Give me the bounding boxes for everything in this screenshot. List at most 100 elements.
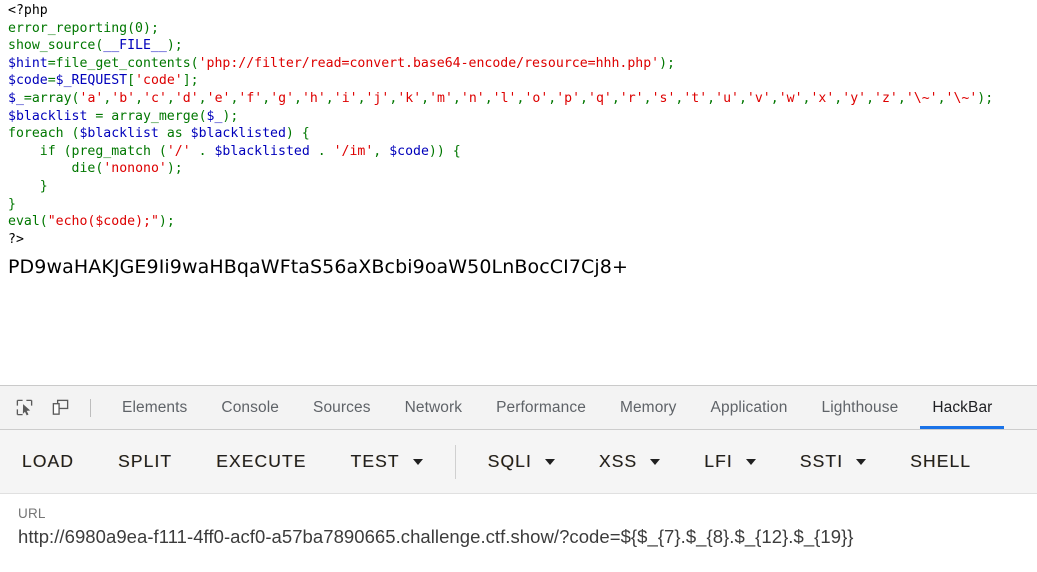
chevron-down-icon: [650, 458, 661, 465]
code-token: $blacklist: [8, 108, 88, 124]
code-token: ) {: [285, 126, 310, 142]
code-token: (: [127, 20, 136, 36]
tab-memory[interactable]: Memory: [603, 386, 694, 429]
code-token: ,: [866, 90, 875, 106]
code-token: 0: [135, 20, 143, 36]
code-token: ];: [182, 73, 199, 89]
code-line: die('nonono');: [8, 160, 993, 178]
inspect-element-glyph: [16, 399, 32, 416]
code-token: }: [8, 196, 16, 212]
code-line: $hint=file_get_contents('php://filter/re…: [8, 55, 993, 73]
code-token: ,: [484, 90, 493, 106]
hackbar-ssti-button[interactable]: SSTI: [778, 442, 888, 482]
code-token: (: [150, 143, 167, 159]
devtools-panel: Elements Console Sources Network Performance…: [0, 385, 1037, 572]
device-toolbar-glyph: [52, 399, 68, 415]
code-token: );: [166, 161, 183, 177]
code-token: $blacklist: [79, 126, 159, 142]
hackbar-sqli-button[interactable]: SQLI: [466, 442, 577, 482]
code-token: $code: [389, 143, 429, 159]
code-token: 'd': [174, 90, 199, 106]
code-token: ,: [580, 90, 588, 106]
tab-network[interactable]: Network: [388, 386, 480, 429]
code-token: 'u': [715, 90, 739, 106]
code-token: error_reporting: [8, 20, 128, 36]
hackbar-split-button[interactable]: SPLIT: [96, 442, 194, 482]
hackbar-button-divider: [454, 444, 456, 479]
code-token: ,: [611, 90, 620, 106]
code-token: =: [23, 90, 32, 106]
tab-elements[interactable]: Elements: [105, 386, 204, 429]
code-token: 'h': [301, 90, 326, 106]
code-line: $code=$_REQUEST['code'];: [8, 72, 993, 90]
button-label: XSS: [598, 451, 638, 471]
code-token: (: [190, 55, 199, 71]
code-token: ,: [937, 90, 946, 106]
hackbar-xss-button[interactable]: XSS: [577, 442, 682, 482]
code-token: $_: [206, 108, 223, 124]
code-token: ,: [294, 90, 302, 106]
button-label: LFI: [704, 451, 733, 471]
code-token: (: [71, 90, 80, 106]
button-label: SSTI: [799, 451, 844, 471]
code-token: 'x': [810, 90, 835, 106]
code-token: $_REQUEST: [55, 73, 128, 89]
code-token: ,: [357, 90, 366, 106]
code-token: 'a': [79, 90, 104, 106]
code-token: 'r': [619, 90, 644, 106]
inspect-element-icon[interactable]: [10, 394, 38, 422]
code-line: }: [8, 196, 993, 214]
code-token: =: [87, 108, 112, 124]
code-token: ;: [150, 20, 159, 36]
code-line: }: [8, 178, 993, 196]
tab-application[interactable]: Application: [694, 386, 805, 429]
code-line: eval("echo($code);");: [8, 213, 993, 231]
code-token: );: [977, 90, 994, 106]
code-token: ,: [198, 90, 207, 106]
tab-sources[interactable]: Sources: [296, 386, 388, 429]
code-token: 'i': [333, 90, 358, 106]
code-token: .: [309, 143, 334, 159]
hackbar-lfi-button[interactable]: LFI: [682, 442, 778, 482]
code-line: $blacklist = array_merge($_);: [8, 108, 993, 126]
toolbar-separator: [90, 398, 91, 417]
code-token: 'nonono': [103, 161, 167, 177]
hackbar-shell-button[interactable]: SHELL: [888, 442, 993, 482]
tab-hackbar[interactable]: HackBar: [915, 386, 1009, 429]
url-input[interactable]: http://6980a9ea-f111-4ff0-acf0-a57ba7890…: [18, 526, 1037, 548]
code-token: foreach: [8, 126, 64, 142]
page-render-area: <?php error_reporting(0); show_source(__FI…: [0, 0, 1037, 385]
code-line: ?>: [8, 231, 993, 249]
code-token: ,: [897, 90, 906, 106]
chevron-down-icon: [745, 458, 756, 465]
chevron-down-icon: [412, 458, 423, 465]
tab-console[interactable]: Console: [204, 386, 296, 429]
button-label: EXECUTE: [216, 451, 307, 471]
code-token: ,: [452, 90, 461, 106]
code-line: $_=array('a','b','c','d','e','f','g','h'…: [8, 90, 993, 108]
hackbar-test-button[interactable]: TEST: [329, 442, 445, 482]
code-token: 'code': [135, 73, 183, 89]
code-token: ,: [325, 90, 334, 106]
tab-lighthouse[interactable]: Lighthouse: [804, 386, 915, 429]
code-token: (: [63, 126, 80, 142]
devtools-tabbar: Elements Console Sources Network Performance…: [0, 386, 1037, 430]
code-token: 'k': [397, 90, 422, 106]
device-toolbar-icon[interactable]: [46, 394, 74, 422]
hackbar-execute-button[interactable]: EXECUTE: [194, 442, 328, 482]
tab-performance[interactable]: Performance: [479, 386, 603, 429]
code-token: eval: [8, 214, 40, 230]
code-token: 's': [651, 90, 676, 106]
code-token: preg_match: [71, 143, 151, 159]
code-token: ,: [262, 90, 271, 106]
devtools-tab-list: Elements Console Sources Network Performance…: [105, 386, 1009, 429]
hackbar-load-button[interactable]: LOAD: [0, 442, 96, 482]
code-token: }: [8, 178, 48, 194]
hackbar-action-bar: LOAD SPLIT EXECUTE TEST SQLI XSS LFI SSTI SHELL: [0, 430, 1037, 494]
code-token: file_get_contents: [55, 55, 191, 71]
code-token: 'v': [746, 90, 771, 106]
code-token: [: [127, 73, 136, 89]
code-token: ,: [643, 90, 652, 106]
code-token: 't': [683, 90, 708, 106]
code-line: foreach ($blacklist as $blacklisted) {: [8, 125, 993, 143]
